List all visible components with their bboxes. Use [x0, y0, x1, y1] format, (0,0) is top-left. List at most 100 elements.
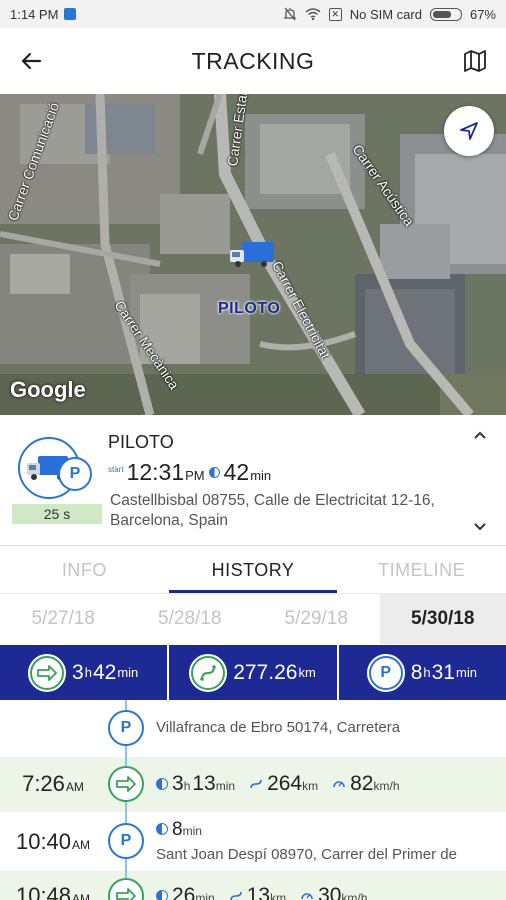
- map-vehicle-label: PILOTO: [218, 300, 281, 317]
- summary-driving-time: 3 h 42 min: [0, 645, 168, 700]
- trip-duration-minutes: 13: [192, 772, 216, 795]
- distance-icon-wrap: [189, 653, 228, 692]
- page-title: TRACKING: [191, 47, 315, 74]
- vehicle-card[interactable]: P 25 s PILOTO start 12:31 PM 42 min Cast…: [0, 415, 506, 546]
- no-sim-text: No SIM card: [349, 6, 422, 22]
- trip-stats: 26 min 13 km 30 km/h: [156, 884, 381, 900]
- summary-distance-value: 277.26: [233, 660, 298, 684]
- summary-driving-hours-unit: h: [84, 665, 92, 680]
- start-ampm: PM: [185, 468, 205, 483]
- status-time: 1:14 PM: [10, 6, 59, 22]
- summary-distance-unit: km: [298, 665, 316, 680]
- mute-icon: [283, 7, 297, 21]
- summary-distance: 277.26 km: [169, 645, 337, 700]
- tab-history[interactable]: HISTORY: [168, 546, 338, 593]
- vehicle-address: Castellbisbal 08755, Calle de Electricit…: [110, 492, 435, 529]
- date-item[interactable]: 5/28/18: [127, 594, 254, 644]
- summary-parked-time: P 8 h 31 min: [338, 645, 506, 700]
- google-attribution: Google: [10, 377, 86, 402]
- day-summary-bar: 3 h 42 min 277.26 km P 8 h 31 min: [0, 645, 506, 700]
- history-item-stop[interactable]: P Villafranca de Ebro 50174, Carretera: [0, 700, 506, 756]
- stop-duration: 8 min: [156, 819, 216, 841]
- trip-distance-unit: km: [270, 891, 287, 900]
- parked-status-icon: P: [58, 457, 92, 491]
- my-location-button[interactable]: [444, 106, 494, 156]
- tab-info[interactable]: INFO: [0, 546, 169, 593]
- wifi-icon: [305, 8, 321, 21]
- vehicle-start-info: start 12:31 PM 42 min: [108, 459, 271, 486]
- back-arrow-icon[interactable]: [18, 48, 44, 74]
- route-icon: [250, 779, 262, 789]
- truck-marker-icon[interactable]: [228, 240, 276, 268]
- app-notification-icon: [64, 8, 77, 20]
- trip-duration-hours-unit: h: [183, 779, 191, 793]
- history-list: P Villafranca de Ebro 50174, Carretera 7…: [0, 700, 506, 900]
- trip-duration-minutes: 26: [172, 884, 196, 900]
- duration-unit: min: [250, 468, 272, 483]
- speedometer-icon: [301, 893, 313, 900]
- stop-address: Sant Joan Despí 08970, Carrer del Primer…: [156, 846, 457, 863]
- stop-time-value: 10:40: [15, 829, 72, 854]
- no-sim-icon: ✕: [328, 7, 342, 21]
- navigation-arrow-icon: [460, 122, 478, 140]
- stop-start-time: 10:40 AM: [0, 829, 106, 855]
- route-icon: [229, 891, 242, 900]
- summary-parked-minutes-unit: min: [455, 665, 477, 680]
- trip-speed-unit: km/h: [373, 779, 400, 793]
- history-item-trip[interactable]: 10:48 AM 26 min 13 km 30 km/h: [0, 871, 506, 900]
- trip-start-time: 10:48 AM: [0, 883, 106, 900]
- status-bar: 1:14 PM ✕ No SIM card 67%: [0, 0, 506, 28]
- duration-clock-icon: [156, 823, 168, 835]
- trip-duration-minutes-unit: min: [195, 891, 215, 900]
- start-label: start: [108, 465, 124, 474]
- trip-distance: 264: [267, 772, 303, 795]
- tab-timeline[interactable]: TIMELINE: [337, 546, 506, 593]
- satellite-map[interactable]: Carrer Comunicació Carrer Estany Carrer …: [0, 94, 506, 415]
- summary-parked-hours-unit: h: [423, 665, 431, 680]
- history-item-stop[interactable]: 10:40 AM P 8 min Sant Joan Despí 08970, …: [0, 813, 506, 870]
- tab-bar: INFO HISTORY TIMELINE: [0, 546, 506, 594]
- driving-node-icon: [108, 878, 144, 900]
- parking-node-icon: P: [108, 710, 144, 746]
- battery-percent: 67%: [469, 6, 496, 22]
- parked-icon-wrap: P: [366, 653, 405, 692]
- speedometer-icon: [333, 781, 345, 788]
- summary-driving-minutes-unit: min: [117, 665, 139, 680]
- parking-node-icon: P: [108, 823, 144, 859]
- trip-speed: 82: [350, 772, 374, 795]
- parking-icon: P: [368, 655, 403, 690]
- driving-node-icon: [108, 766, 144, 802]
- trip-speed: 30: [318, 884, 342, 900]
- trip-time-value: 7:26: [22, 771, 65, 796]
- trip-time-value: 10:48: [15, 883, 72, 900]
- trip-duration-minutes-unit: min: [215, 779, 236, 793]
- start-time: 12:31: [126, 459, 185, 485]
- trip-distance: 13: [246, 884, 271, 900]
- route-icon: [191, 655, 226, 690]
- stop-duration-minutes: 8: [172, 819, 183, 840]
- stop-time-ampm: AM: [72, 838, 91, 852]
- date-selector: 5/27/18 5/28/18 5/29/18 5/30/18: [0, 594, 506, 644]
- trip-start-time: 7:26 AM: [0, 771, 106, 797]
- driving-arrow-icon: [30, 655, 65, 690]
- date-item[interactable]: 5/29/18: [253, 594, 380, 644]
- summary-driving-minutes: 42: [92, 660, 117, 684]
- battery-icon: [429, 7, 462, 21]
- duration-clock-icon: [156, 890, 168, 900]
- vehicle-name: PILOTO: [108, 432, 174, 452]
- refresh-interval-badge: 25 s: [12, 504, 102, 524]
- trip-duration-hours: 3: [172, 772, 184, 795]
- stop-duration-unit: min: [182, 824, 202, 838]
- summary-parked-minutes: 31: [431, 660, 455, 684]
- app-header: TRACKING: [0, 28, 506, 94]
- map-icon[interactable]: [462, 48, 488, 74]
- driving-icon-wrap: [28, 653, 67, 692]
- summary-parked-hours: 8: [410, 660, 423, 684]
- duration-clock-icon: [156, 778, 168, 790]
- chevron-down-icon[interactable]: [472, 519, 488, 535]
- summary-driving-hours: 3: [72, 660, 84, 684]
- history-item-trip[interactable]: 7:26 AM 3 h 13 min 264 km 82 km/h: [0, 757, 506, 812]
- date-item[interactable]: 5/27/18: [0, 594, 127, 644]
- date-item-selected[interactable]: 5/30/18: [379, 594, 506, 644]
- chevron-up-icon[interactable]: [472, 427, 488, 443]
